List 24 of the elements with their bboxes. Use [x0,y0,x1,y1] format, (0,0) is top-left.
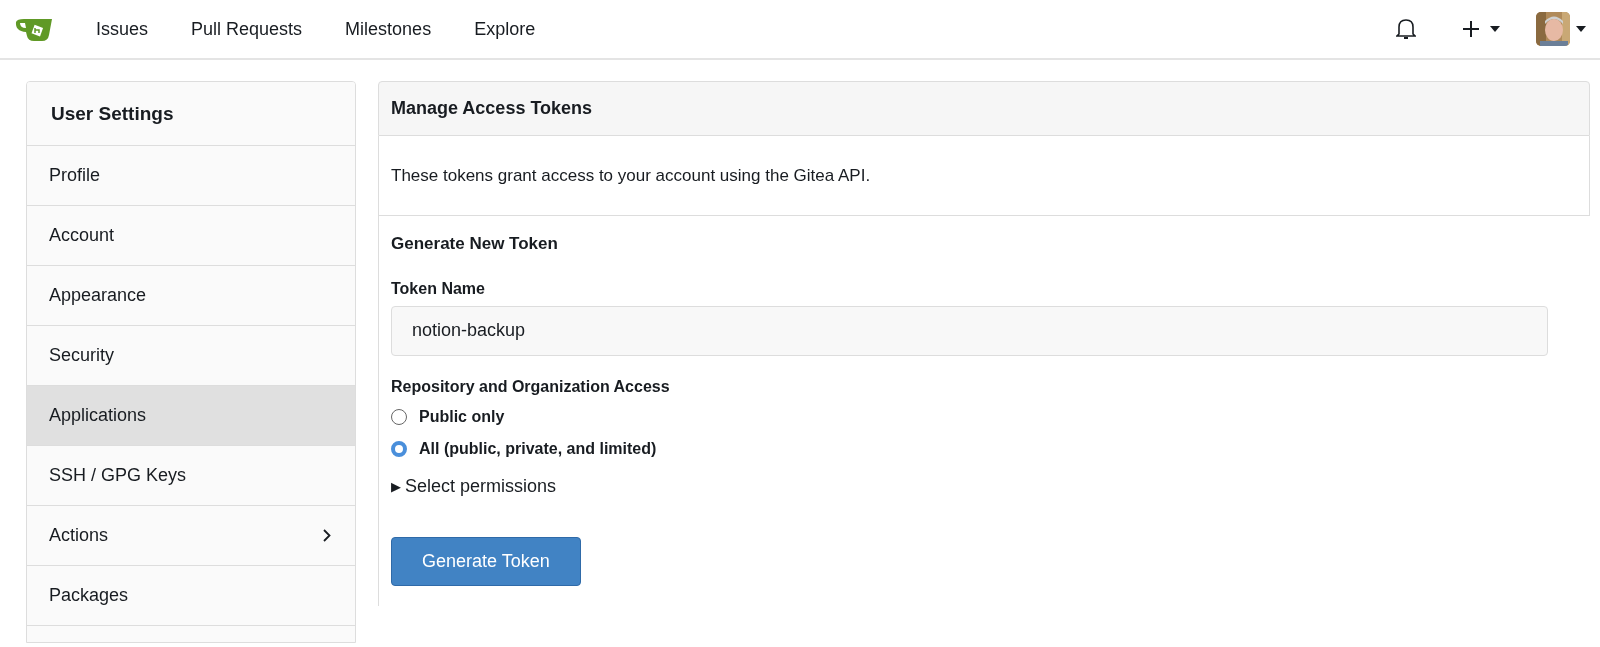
nav-link[interactable]: Pull Requests [191,18,303,40]
generate-token-button[interactable]: Generate Token [391,536,581,586]
nav-link[interactable]: Milestones [345,18,432,40]
section-title: Generate New Token [391,234,558,254]
sidebar-item[interactable]: Applications [27,386,355,446]
sidebar-item-label: Account [49,225,115,246]
nav-link[interactable]: Issues [96,18,149,40]
field-label: Token Name [391,280,485,298]
field-label: Repository and Organization Access [391,377,670,396]
description-text: These tokens grant access to your account using the Gitea API. [378,136,1590,216]
sidebar-title: User Settings [27,82,355,146]
permissions-toggle[interactable]: ▶ Select permissions [391,475,557,497]
radio-label[interactable]: Public only [419,407,505,426]
panel-header: Manage Access Tokens [378,81,1590,136]
sidebar-item-label: Actions [49,525,109,546]
sidebar-item-label: Appearance [49,285,147,306]
sidebar-item-label: Security [49,345,115,366]
sidebar-item-label: Packages [49,585,129,606]
sidebar-item-label: SSH / GPG Keys [49,465,187,486]
sidebar-item-label: Profile [49,165,101,186]
sidebar-item-label: Applications [49,405,147,426]
token-name-field[interactable]: notion-backup [391,306,1548,356]
nav-link[interactable]: Explore [474,18,536,40]
radio-label[interactable]: All (public, private, and limited) [419,439,657,458]
